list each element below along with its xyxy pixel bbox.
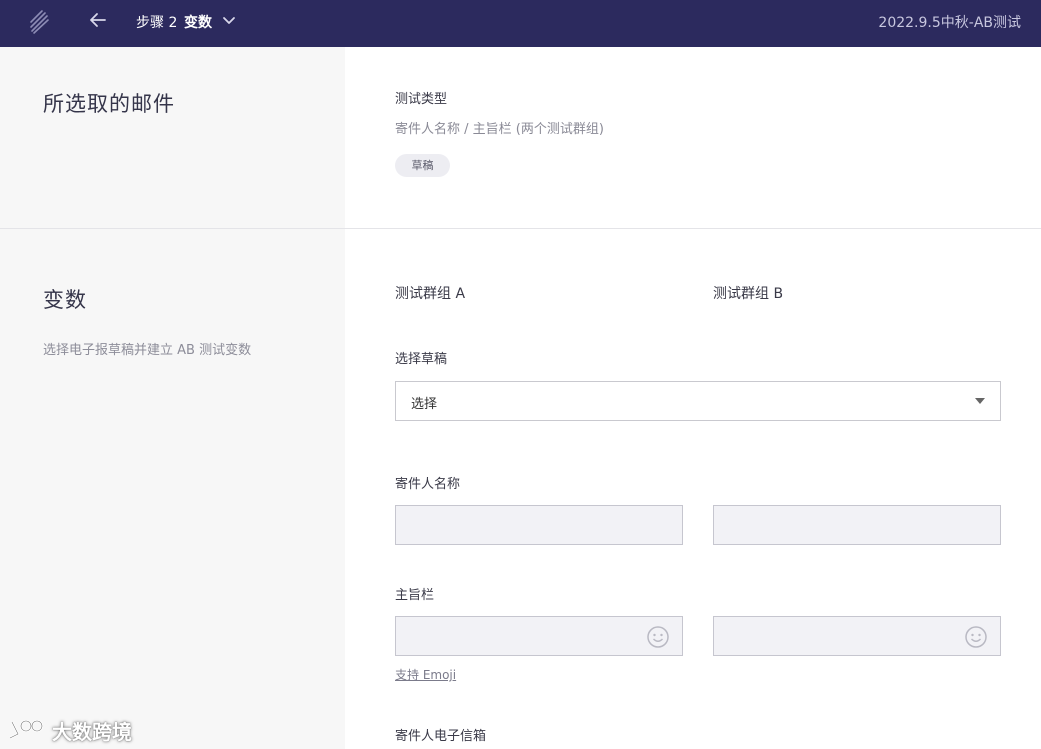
left-panel	[0, 47, 345, 749]
sender-name-label: 寄件人名称	[395, 477, 461, 492]
brand-logo-icon[interactable]	[28, 9, 50, 35]
status-badge: 草稿	[395, 154, 450, 177]
chevron-down-icon[interactable]	[221, 12, 237, 28]
subject-label: 主旨栏	[395, 588, 435, 603]
variables-title: 变数	[43, 288, 87, 312]
step-name[interactable]: 变数	[184, 12, 212, 32]
test-type-label: 测试类型	[395, 92, 448, 107]
subject-b-input[interactable]	[713, 616, 1001, 656]
select-draft-label: 选择草稿	[395, 352, 448, 367]
sender-name-b-input[interactable]	[713, 505, 1001, 545]
emoji-support-link[interactable]: 支持 Emoji	[395, 666, 456, 683]
section-divider	[0, 228, 1041, 229]
dropdown-arrow-icon	[975, 398, 985, 404]
watermark-logo-icon	[9, 719, 44, 739]
selected-email-title: 所选取的邮件	[43, 92, 175, 116]
subject-a-input[interactable]	[395, 616, 683, 656]
watermark-text: 大数跨境	[52, 720, 132, 744]
draft-select[interactable]: 选择	[395, 381, 1001, 421]
step-number: 步骤 2	[136, 15, 178, 31]
emoji-icon[interactable]	[646, 625, 670, 649]
arrow-left-icon[interactable]	[86, 9, 110, 31]
group-a-label: 测试群组 A	[395, 286, 466, 302]
campaign-name: 2022.9.5中秋-AB测试	[878, 15, 1021, 31]
group-b-label: 测试群组 B	[713, 286, 784, 302]
top-bar: 步骤 2 变数 2022.9.5中秋-AB测试	[0, 0, 1041, 47]
draft-select-value: 选择	[411, 397, 438, 412]
emoji-icon[interactable]	[964, 625, 988, 649]
variables-description: 选择电子报草稿并建立 AB 测试变数	[43, 343, 252, 358]
sender-email-label: 寄件人电子信箱	[395, 729, 487, 744]
sender-name-a-input[interactable]	[395, 505, 683, 545]
test-type-value: 寄件人名称 / 主旨栏 (两个测试群组)	[395, 122, 604, 137]
